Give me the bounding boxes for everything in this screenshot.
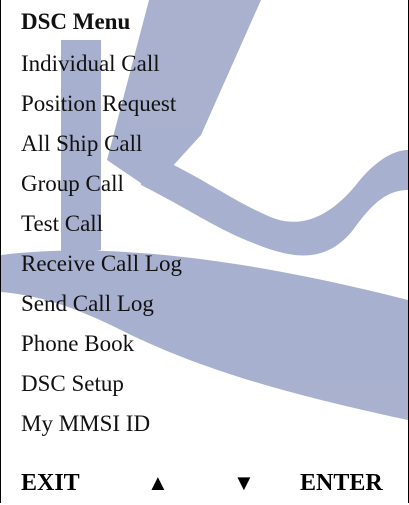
menu-item-dsc-setup[interactable]: DSC Setup (1, 364, 408, 404)
menu-title: DSC Menu (21, 9, 131, 34)
menu-item-my-mmsi-id[interactable]: My MMSI ID (1, 404, 408, 444)
menu-list: DSC Menu Individual Call Position Reques… (1, 0, 408, 444)
enter-softkey[interactable]: ENTER (300, 468, 383, 498)
menu-item-all-ship-call[interactable]: All Ship Call (1, 124, 408, 164)
menu-item-group-call[interactable]: Group Call (1, 164, 408, 204)
menu-item-test-call[interactable]: Test Call (1, 204, 408, 244)
up-arrow-icon[interactable]: ▲ (147, 468, 169, 498)
menu-item-send-call-log[interactable]: Send Call Log (1, 284, 408, 324)
exit-softkey[interactable]: EXIT (21, 468, 80, 498)
menu-item-individual-call[interactable]: Individual Call (1, 44, 408, 84)
menu-item-position-request[interactable]: Position Request (1, 84, 408, 124)
down-arrow-icon[interactable]: ▼ (233, 468, 255, 498)
softkey-bar: EXIT ▲ ▼ ENTER (1, 462, 408, 503)
menu-item-receive-call-log[interactable]: Receive Call Log (1, 244, 408, 284)
dsc-menu-screen: DSC Menu Individual Call Position Reques… (0, 0, 409, 503)
menu-item-phone-book[interactable]: Phone Book (1, 324, 408, 364)
